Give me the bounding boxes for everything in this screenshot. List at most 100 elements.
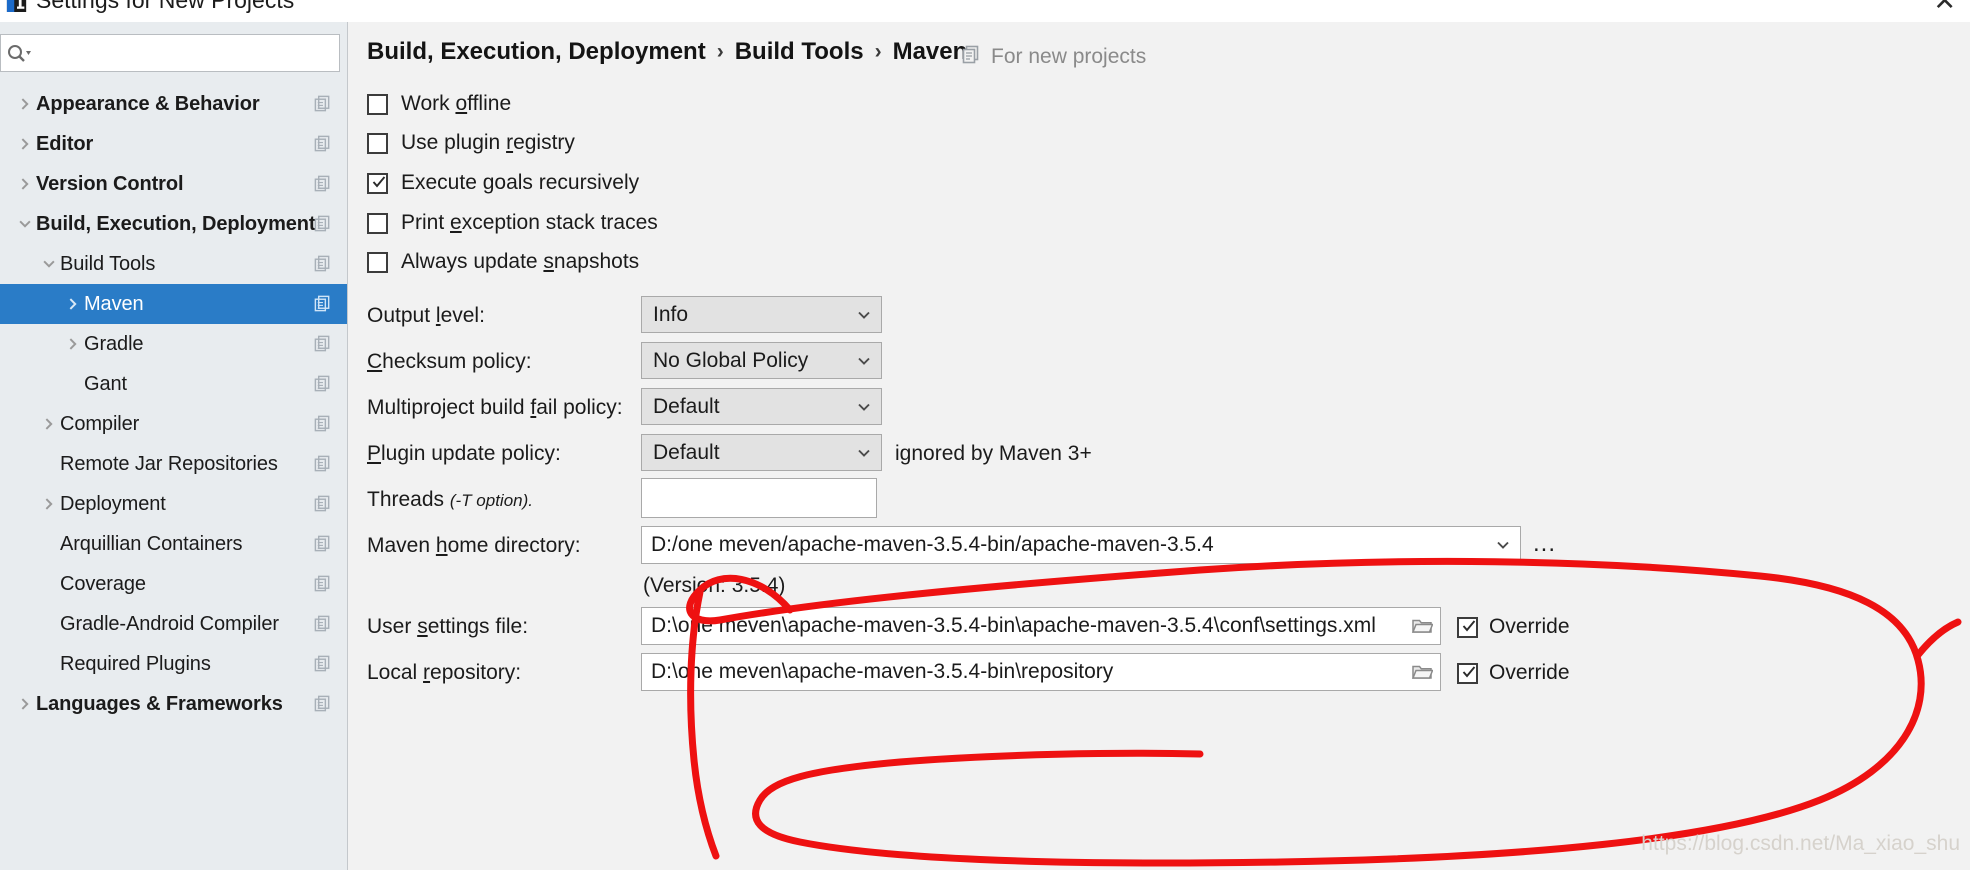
chevron-right-icon[interactable] <box>14 93 36 115</box>
checkbox-always-update-snapshots[interactable]: Always update snapshots <box>367 250 639 274</box>
checkbox-label: Work offline <box>401 92 512 115</box>
chevron-right-icon[interactable] <box>62 333 84 355</box>
sidebar-item-label: Gant <box>84 372 127 395</box>
checkbox-print-exception-stack-traces[interactable]: Print exception stack traces <box>367 211 658 235</box>
sidebar-item-label: Gradle <box>84 332 144 355</box>
sidebar-item-build-execution-deployment[interactable]: Build, Execution, Deployment <box>0 204 347 244</box>
sidebar-item-label: Arquillian Containers <box>60 532 243 555</box>
local-repository-input[interactable]: D:\one meven\apache-maven-3.5.4-bin\repo… <box>641 653 1441 691</box>
sidebar-item-build-tools[interactable]: Build Tools <box>0 244 347 284</box>
chevron-down-icon[interactable] <box>1486 536 1520 554</box>
chevron-right-icon[interactable] <box>14 693 36 715</box>
copy-settings-icon[interactable] <box>313 214 332 233</box>
chevron-down-icon[interactable] <box>38 253 60 275</box>
user-settings-input[interactable]: D:\one meven\apache-maven-3.5.4-bin\apac… <box>641 607 1441 645</box>
for-new-projects-indicator[interactable]: For new projects <box>961 44 1146 70</box>
chevron-right-icon[interactable] <box>62 293 84 315</box>
copy-settings-icon <box>961 44 981 70</box>
window-titlebar: Settings for New Projects ✕ <box>0 0 1970 22</box>
chevron-down-icon[interactable] <box>14 213 36 235</box>
copy-settings-icon[interactable] <box>313 454 332 473</box>
output-level-label: Output level: <box>367 304 485 327</box>
breadcrumb-separator: › <box>874 40 882 63</box>
chevron-right-icon[interactable] <box>38 413 60 435</box>
sidebar-item-label: Languages & Frameworks <box>36 692 283 715</box>
copy-settings-icon[interactable] <box>313 614 332 633</box>
breadcrumb: Build, Execution, Deployment › Build Too… <box>367 38 967 66</box>
output-level-dropdown[interactable]: Info <box>641 296 882 333</box>
threads-note: (-T option). <box>449 491 534 510</box>
chevron-down-icon <box>847 444 881 462</box>
local-repository-label: Local repository: <box>367 661 522 684</box>
copy-settings-icon[interactable] <box>313 414 332 433</box>
sidebar-item-arquillian-containers[interactable]: Arquillian Containers <box>0 524 347 564</box>
copy-settings-icon[interactable] <box>313 534 332 553</box>
copy-settings-icon[interactable] <box>313 134 332 153</box>
chevron-right-icon[interactable] <box>14 173 36 195</box>
user-settings-override-checkbox[interactable]: Override <box>1457 615 1570 639</box>
checkbox-work-offline[interactable]: Work offline <box>367 92 511 116</box>
copy-settings-icon[interactable] <box>313 254 332 273</box>
chevron-right-icon[interactable] <box>14 133 36 155</box>
sidebar-item-label: Remote Jar Repositories <box>60 452 278 475</box>
search-input[interactable] <box>35 36 339 72</box>
mnemonic: C <box>367 350 383 373</box>
search-field[interactable] <box>0 34 340 72</box>
copy-settings-icon[interactable] <box>313 374 332 393</box>
sidebar-item-gradle[interactable]: Gradle <box>0 324 347 364</box>
sidebar-item-coverage[interactable]: Coverage <box>0 564 347 604</box>
sidebar-item-label: Editor <box>36 132 94 155</box>
sidebar-item-languages-frameworks[interactable]: Languages & Frameworks <box>0 684 347 724</box>
checkbox-use-plugin-registry[interactable]: Use plugin registry <box>367 131 575 155</box>
chevron-right-icon[interactable] <box>38 493 60 515</box>
copy-settings-icon[interactable] <box>313 654 332 673</box>
sidebar-item-gant[interactable]: Gant <box>0 364 347 404</box>
sidebar-item-appearance-behavior[interactable]: Appearance & Behavior <box>0 84 347 124</box>
sidebar-item-version-control[interactable]: Version Control <box>0 164 347 204</box>
local-repository-override-checkbox[interactable]: Override <box>1457 661 1570 685</box>
checksum-policy-dropdown[interactable]: No Global Policy <box>641 342 882 379</box>
sidebar-item-compiler[interactable]: Compiler <box>0 404 347 444</box>
folder-icon[interactable] <box>1404 662 1440 682</box>
for-new-projects-label: For new projects <box>991 45 1147 68</box>
checkbox-box <box>367 251 388 273</box>
mnemonic: g <box>482 171 495 194</box>
local-repository-value: D:\one meven\apache-maven-3.5.4-bin\repo… <box>651 660 1114 683</box>
copy-settings-icon[interactable] <box>313 174 332 193</box>
copy-settings-icon[interactable] <box>313 574 332 593</box>
sidebar-item-maven[interactable]: Maven <box>0 284 347 324</box>
sidebar-item-remote-jar-repositories[interactable]: Remote Jar Repositories <box>0 444 347 484</box>
copy-settings-icon[interactable] <box>313 494 332 513</box>
threads-input[interactable] <box>641 478 877 518</box>
user-settings-value: D:\one meven\apache-maven-3.5.4-bin\apac… <box>651 614 1376 637</box>
breadcrumb-item-2[interactable]: Maven <box>893 38 968 66</box>
multiproject-fail-policy-dropdown[interactable]: Default <box>641 388 882 425</box>
copy-settings-icon[interactable] <box>313 294 332 313</box>
chevron-down-icon <box>847 306 881 324</box>
sidebar-item-deployment[interactable]: Deployment <box>0 484 347 524</box>
copy-settings-icon[interactable] <box>313 334 332 353</box>
checkbox-label: Use plugin registry <box>401 131 575 154</box>
sidebar-item-required-plugins[interactable]: Required Plugins <box>0 644 347 684</box>
maven-home-combo[interactable]: D:/one meven/apache-maven-3.5.4-bin/apac… <box>641 526 1521 564</box>
breadcrumb-item-0[interactable]: Build, Execution, Deployment <box>367 38 706 66</box>
maven-version-note: (Version: 3.5.4) <box>643 574 786 597</box>
settings-sidebar: Appearance & Behavior Editor Version Contr… <box>0 22 348 870</box>
copy-settings-icon[interactable] <box>313 694 332 713</box>
folder-icon[interactable] <box>1404 616 1440 636</box>
sidebar-item-editor[interactable]: Editor <box>0 124 347 164</box>
breadcrumb-item-1[interactable]: Build Tools <box>735 38 864 66</box>
checkbox-execute-goals-recursively[interactable]: Execute goals recursively <box>367 171 639 195</box>
plugin-update-policy-dropdown[interactable]: Default <box>641 434 882 471</box>
sidebar-item-gradle-android-compiler[interactable]: Gradle-Android Compiler <box>0 604 347 644</box>
chevron-down-icon <box>847 398 881 416</box>
close-icon[interactable]: ✕ <box>1933 0 1956 15</box>
mnemonic: r <box>506 131 514 154</box>
maven-home-browse-button[interactable]: ... <box>1533 530 1556 558</box>
copy-settings-icon[interactable] <box>313 94 332 113</box>
plugin-update-policy-value: Default <box>653 440 720 464</box>
